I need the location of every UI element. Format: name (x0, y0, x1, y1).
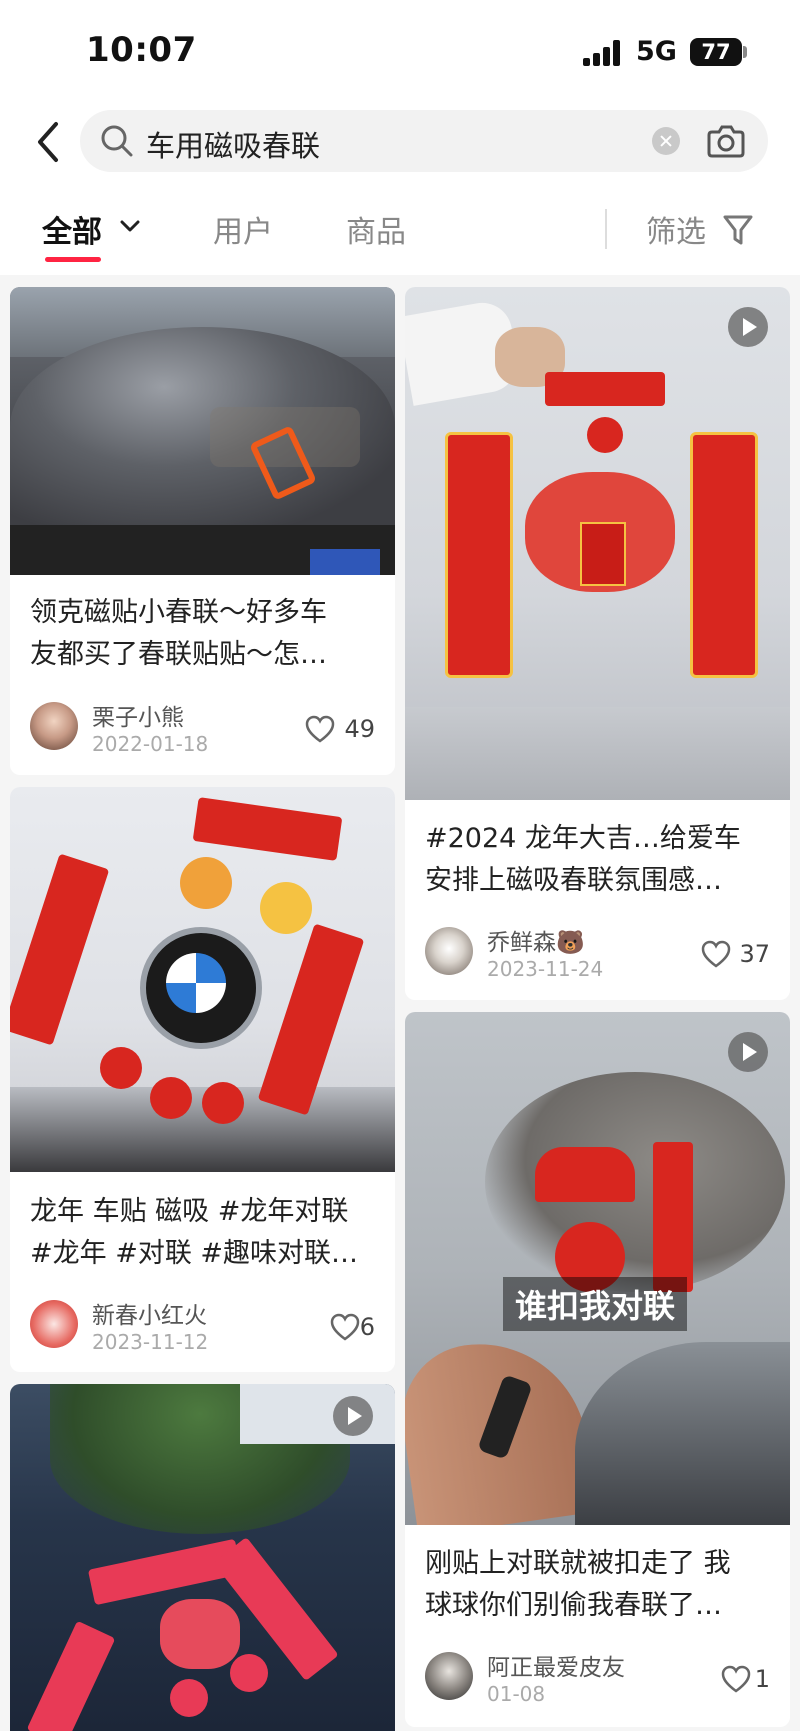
post-date: 2022-01-18 (92, 732, 209, 756)
post-image (10, 287, 395, 575)
like-count: 49 (344, 715, 375, 743)
post-title-line2: 友都买了春联贴贴～怎… (30, 639, 327, 670)
battery-icon: 77 (690, 38, 742, 66)
post-author[interactable]: 阿正最爱皮友 (487, 1648, 625, 1682)
image-caption: 谁扣我对联 (503, 1277, 688, 1331)
post-card[interactable]: #2024 龙年大吉…给爱车 安排上磁吸春联氛围感… 乔鲜森🐻 2023-11-… (405, 287, 790, 1000)
filter-icon[interactable] (722, 213, 754, 247)
like-count: 37 (739, 940, 770, 968)
tab-all[interactable]: 全部 (42, 207, 102, 251)
post-title-line2: 安排上磁吸春联氛围感… (425, 865, 722, 896)
post-card[interactable]: 龙年 车贴 磁吸 #龙年对联 #龙年 #对联 #趣味对联… 新春小红火 2023… (10, 787, 395, 1372)
post-card[interactable] (10, 1384, 395, 1731)
post-card[interactable]: 谁扣我对联 刚贴上对联就被扣走了 我 球球你们别偷我春联了… 阿正最爱皮友 01… (405, 1012, 790, 1727)
post-card[interactable]: 领克磁贴小春联～好多车 友都买了春联贴贴～怎… 栗子小熊 2022-01-18 … (10, 287, 395, 775)
like-count: 6 (359, 1313, 375, 1341)
camera-icon[interactable] (706, 122, 746, 160)
heart-icon[interactable] (305, 715, 335, 743)
back-button[interactable] (30, 120, 70, 164)
like-count: 1 (754, 1665, 770, 1693)
tab-products[interactable]: 商品 (346, 207, 406, 251)
post-image (405, 287, 790, 800)
play-icon (728, 307, 768, 347)
post-author[interactable]: 栗子小熊 (92, 698, 184, 732)
post-title: 龙年 车贴 磁吸 #龙年对联 (30, 1196, 349, 1227)
status-time: 10:07 (86, 30, 197, 70)
post-author[interactable]: 乔鲜森🐻 (487, 923, 585, 957)
search-input[interactable]: 车用磁吸春联 (80, 110, 768, 172)
heart-icon[interactable] (701, 940, 731, 968)
post-image (10, 787, 395, 1172)
avatar[interactable] (30, 1300, 78, 1348)
post-title: 领克磁贴小春联～好多车 (30, 597, 327, 628)
post-title: #2024 龙年大吉…给爱车 (425, 823, 741, 854)
play-icon (728, 1032, 768, 1072)
tab-bar: 全部 用户 商品 筛选 (0, 195, 800, 265)
signal-icon (583, 40, 625, 66)
post-title-line2: #龙年 #对联 #趣味对联… (30, 1238, 359, 1269)
play-icon (333, 1396, 373, 1436)
heart-icon[interactable] (330, 1313, 360, 1341)
avatar[interactable] (425, 927, 473, 975)
post-image (10, 1384, 395, 1731)
post-image (405, 1012, 790, 1525)
post-date: 2023-11-12 (92, 1330, 209, 1354)
post-author[interactable]: 新春小红火 (92, 1296, 207, 1330)
tab-users[interactable]: 用户 (213, 207, 273, 251)
battery-tip (743, 46, 747, 58)
filter-button[interactable]: 筛选 (646, 207, 706, 251)
status-bar: 10:07 5G 77 (0, 0, 800, 100)
avatar[interactable] (425, 1652, 473, 1700)
post-date: 01-08 (487, 1682, 546, 1706)
search-icon (101, 125, 133, 157)
chevron-down-icon[interactable] (120, 219, 140, 233)
chevron-left-icon (38, 122, 58, 162)
network-label: 5G (636, 36, 677, 67)
avatar[interactable] (30, 702, 78, 750)
heart-icon[interactable] (721, 1665, 751, 1693)
post-title-line2: 球球你们别偷我春联了… (425, 1590, 722, 1621)
active-tab-indicator (45, 257, 101, 262)
top-bar: 10:07 5G 77 车用磁吸春联 全部 用户 商品 筛选 (0, 0, 800, 275)
post-date: 2023-11-24 (487, 957, 604, 981)
post-title: 刚贴上对联就被扣走了 我 (425, 1548, 731, 1579)
tab-divider (605, 209, 607, 249)
search-query: 车用磁吸春联 (146, 129, 321, 163)
clear-icon[interactable] (652, 127, 680, 155)
